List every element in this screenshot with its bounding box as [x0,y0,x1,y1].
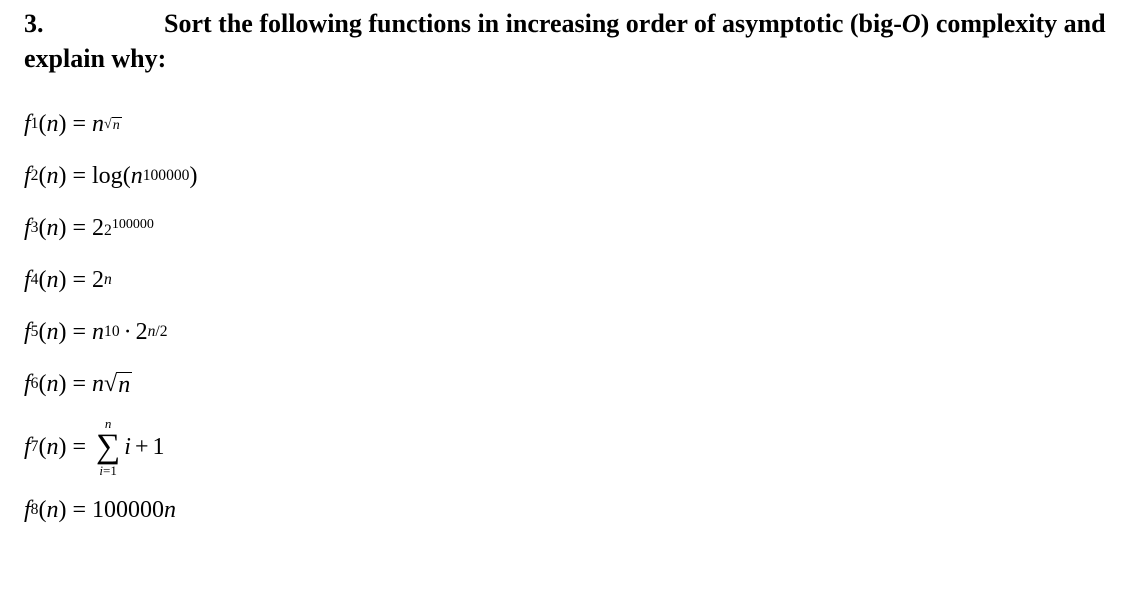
cdot-icon: · [124,319,132,346]
fn-arg: n [46,267,58,294]
radicand-n: n [112,117,122,132]
equation-f2: f2(n) = log(n100000) [24,156,1112,196]
equation-list: f1(n) = n√n f2(n) = log(n100000) f3(n) =… [24,104,1112,530]
lparen: ( [38,319,46,346]
coef-100000: 100000 [92,497,164,524]
factor-n: n [92,371,104,398]
lparen: ( [38,111,46,138]
surd-glyph: √ [104,117,112,131]
fn-arg: n [46,434,58,461]
base-2: 2 [92,215,104,242]
exp-exp-100000: 100000 [112,216,154,232]
fn-sub: 1 [31,115,39,133]
sigma-sum: n ∑ i=1 [96,417,120,477]
fn-name: f [24,111,31,138]
inner-exp: 100000 [143,167,190,185]
fn-name: f [24,497,31,524]
base-n: n [92,111,104,138]
lparen: ( [123,163,131,190]
fn-arg: n [46,163,58,190]
fn-sub: 7 [31,438,39,456]
rparen: ) [58,163,66,190]
rparen: ) [58,497,66,524]
fn-name: f [24,371,31,398]
problem-number: 3. [24,6,164,41]
lparen: ( [38,215,46,242]
sum-lower: i=1 [99,464,116,477]
rparen: ) [58,371,66,398]
rparen: ) [58,267,66,294]
equals-sign: = [72,371,86,398]
exp-2-100000: 2100000 [104,216,154,240]
lparen: ( [38,434,46,461]
inner-base: n [131,163,143,190]
equals-sign: = [72,497,86,524]
fn-sub: 8 [31,501,39,519]
n-base: n [92,319,104,346]
equation-f5: f5(n) = n10 · 2n/2 [24,312,1112,352]
sqrt-icon: √n [104,117,122,132]
problem-page: 3.Sort the following functions in increa… [0,0,1136,530]
equation-f7: f7(n) = n ∑ i=1 i + 1 [24,416,1112,478]
sum-lower-1: 1 [110,463,117,478]
equals-sign: = [72,111,86,138]
rparen: ) [58,111,66,138]
fn-name: f [24,267,31,294]
fn-arg: n [46,497,58,524]
equation-f8: f8(n) = 100000n [24,490,1112,530]
fn-name: f [24,163,31,190]
fn-sub: 3 [31,219,39,237]
lparen: ( [38,163,46,190]
fn-sub: 2 [31,167,39,185]
lparen: ( [38,497,46,524]
equation-f1: f1(n) = n√n [24,104,1112,144]
fn-sub: 4 [31,271,39,289]
rparen: ) [189,163,197,190]
fn-sub: 5 [31,323,39,341]
problem-title-part1: Sort the following functions in increasi… [164,9,902,38]
fn-sub: 6 [31,375,39,393]
problem-title-italic-o: O [902,9,921,38]
equals-sign: = [72,163,86,190]
problem-heading: 3.Sort the following functions in increa… [24,6,1112,76]
rparen: ) [58,215,66,242]
exponent-sqrt-n: √n [104,115,122,133]
equation-f4: f4(n) = 2n [24,260,1112,300]
fn-arg: n [46,215,58,242]
log-text: log [92,163,123,190]
exp-n-over-2: n/2 [148,323,168,341]
equals-sign: = [72,215,86,242]
fn-arg: n [46,371,58,398]
equals-sign: = [72,319,86,346]
surd-glyph: √ [104,372,117,396]
equation-f6: f6(n) = n√n [24,364,1112,404]
lparen: ( [38,371,46,398]
rparen: ) [58,434,66,461]
exp-2: 2 [160,323,168,340]
fn-arg: n [46,111,58,138]
exp-base-2: 2 [104,222,112,239]
plus-sign: + [135,434,149,461]
var-n: n [164,497,176,524]
exp-10: 10 [104,323,120,341]
equals-sign: = [72,267,86,294]
sigma-icon: ∑ [96,430,120,464]
radicand-n: n [117,372,132,397]
fn-name: f [24,215,31,242]
base-2: 2 [136,319,148,346]
sqrt-n: √n [104,372,132,397]
base-2: 2 [92,267,104,294]
fn-name: f [24,319,31,346]
lparen: ( [38,267,46,294]
term-i: i [124,434,131,461]
equation-f3: f3(n) = 22100000 [24,208,1112,248]
exp-n: n [104,271,112,289]
fn-name: f [24,434,31,461]
equals-sign: = [72,434,86,461]
term-1: 1 [152,434,164,461]
rparen: ) [58,319,66,346]
fn-arg: n [46,319,58,346]
